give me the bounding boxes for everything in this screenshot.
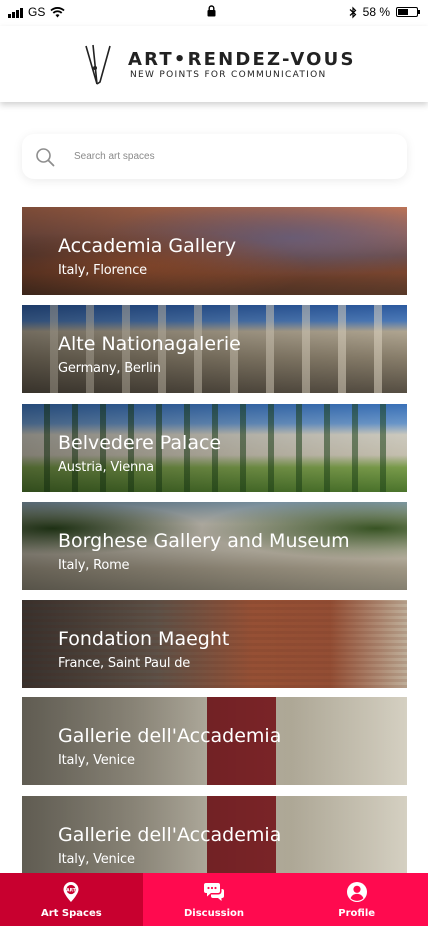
battery-icon	[396, 7, 420, 17]
brand-name: ART•RENDEZ-VOUS	[128, 49, 356, 70]
carrier-name: GS	[28, 5, 46, 19]
art-space-location: Italy, Venice	[58, 852, 135, 867]
battery-level	[398, 9, 409, 15]
art-space-card[interactable]: Accademia Gallery Italy, Florence	[22, 207, 407, 295]
tab-profile[interactable]: Profile	[285, 873, 428, 926]
art-space-location: Austria, Vienna	[58, 460, 154, 475]
art-space-name: Belvedere Palace	[58, 432, 222, 454]
search-bar[interactable]	[22, 134, 407, 179]
art-space-name: Gallerie dell'Accademia	[58, 824, 282, 846]
tab-art-spaces[interactable]: ART Art Spaces	[0, 873, 143, 926]
art-rendezvous-logo-icon	[85, 44, 111, 85]
art-space-card[interactable]: Fondation Maeght France, Saint Paul de	[22, 600, 407, 688]
bottom-navigation: ART Art Spaces Discussion Profile	[0, 873, 428, 926]
battery-percentage: 58 %	[362, 5, 390, 19]
signal-strength-icon	[8, 7, 23, 18]
status-left: GS	[8, 5, 65, 19]
brand-tagline: NEW POINTS FOR COMMUNICATION	[130, 70, 327, 80]
status-bar: GS 58 %	[0, 0, 428, 26]
tab-profile-label: Profile	[338, 908, 376, 919]
status-right: 58 %	[349, 5, 420, 19]
svg-text:ART: ART	[67, 887, 77, 893]
art-space-location: Germany, Berlin	[58, 361, 161, 376]
art-space-card[interactable]: Gallerie dell'Accademia Italy, Venice	[22, 697, 407, 785]
art-space-name: Fondation Maeght	[58, 628, 230, 650]
chat-bubbles-icon	[204, 883, 224, 901]
art-space-location: Italy, Venice	[58, 753, 135, 768]
art-space-name: Gallerie dell'Accademia	[58, 725, 282, 747]
art-space-location: Italy, Rome	[58, 558, 130, 573]
tab-discussion-label: Discussion	[183, 908, 245, 919]
brand-text: ART•RENDEZ-VOUS NEW POINTS FOR COMMUNICA…	[128, 49, 356, 81]
map-pin-icon: ART	[63, 882, 79, 902]
art-space-name: Alte Nationagalerie	[58, 333, 241, 355]
search-icon	[36, 147, 55, 166]
art-space-card[interactable]: Borghese Gallery and Museum Italy, Rome	[22, 502, 407, 590]
art-space-card[interactable]: Belvedere Palace Austria, Vienna	[22, 404, 407, 492]
art-space-card[interactable]: Alte Nationagalerie Germany, Berlin	[22, 305, 407, 393]
art-space-name: Accademia Gallery	[58, 235, 237, 257]
brand-logo[interactable]: ART•RENDEZ-VOUS NEW POINTS FOR COMMUNICA…	[84, 42, 356, 88]
search-input[interactable]	[74, 151, 374, 162]
wifi-icon	[50, 6, 65, 17]
tab-art-spaces-label: Art Spaces	[40, 908, 102, 919]
art-space-card[interactable]: Gallerie dell'Accademia Italy, Venice	[22, 796, 407, 884]
tab-discussion[interactable]: Discussion	[143, 873, 286, 926]
art-space-name: Borghese Gallery and Museum	[58, 530, 350, 552]
app-header: ART•RENDEZ-VOUS NEW POINTS FOR COMMUNICA…	[0, 26, 428, 102]
user-circle-icon	[346, 882, 367, 902]
bluetooth-icon	[349, 6, 357, 18]
lock-icon	[207, 5, 216, 20]
art-space-location: France, Saint Paul de	[58, 656, 191, 671]
art-space-location: Italy, Florence	[58, 263, 147, 278]
